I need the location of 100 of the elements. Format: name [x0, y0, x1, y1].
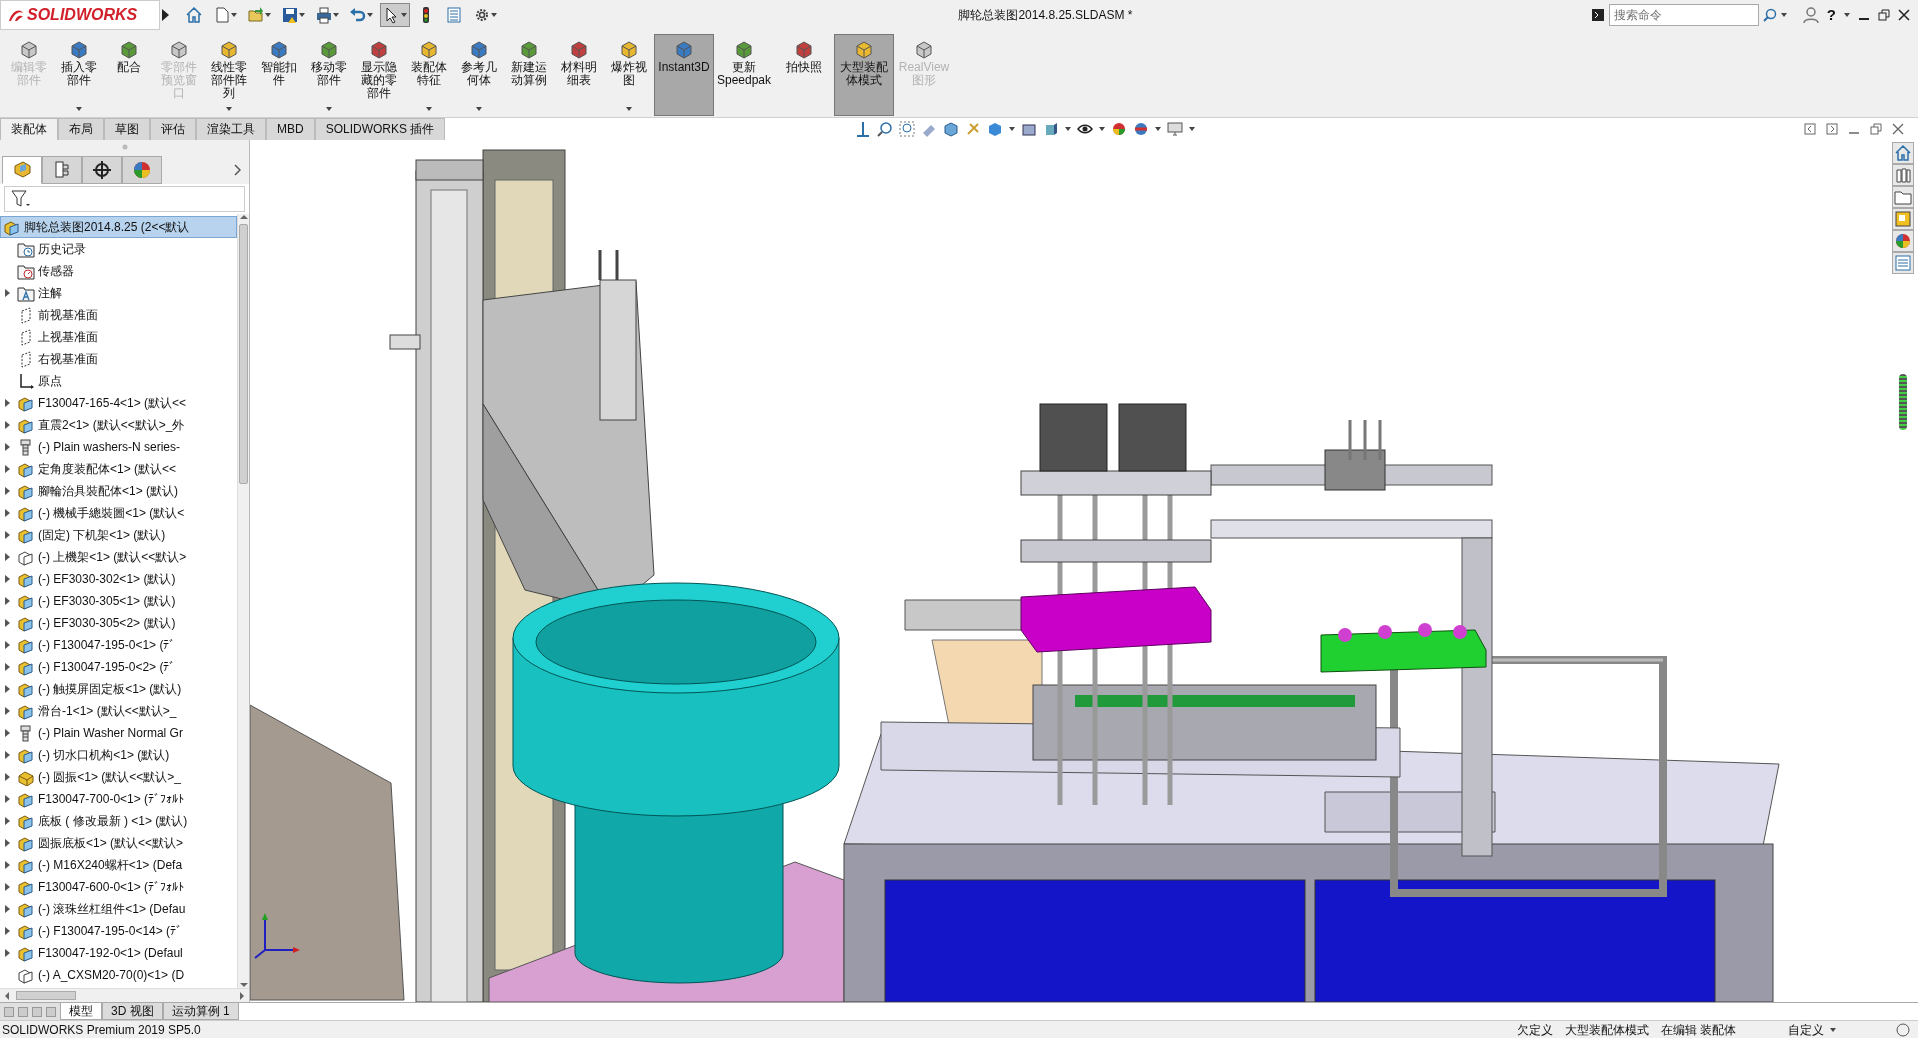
expand-arrow-icon[interactable]: [4, 927, 10, 935]
tree-item[interactable]: F130047-600-0<1> (ﾃﾞﾌｫﾙﾄ: [0, 876, 237, 898]
restore-icon[interactable]: [1870, 123, 1882, 135]
caret-icon[interactable]: [1098, 127, 1105, 131]
tree-item[interactable]: 脚轮总装图2014.8.25 (2<<默认: [0, 216, 237, 238]
command-tab[interactable]: 渲染工具: [196, 118, 266, 140]
chevron-right-icon[interactable]: [233, 164, 241, 176]
command-tab[interactable]: SOLIDWORKS 插件: [314, 118, 446, 140]
expand-arrow-icon[interactable]: [4, 641, 10, 649]
expand-arrow-icon[interactable]: [4, 663, 10, 671]
expand-arrow-icon[interactable]: [4, 509, 10, 517]
folder-button[interactable]: [1892, 186, 1914, 208]
tree-item[interactable]: (-) 機械手總裝圖<1> (默认<: [0, 502, 237, 524]
tree-item[interactable]: (-) EF3030-305<2> (默认): [0, 612, 237, 634]
tree-item[interactable]: F130047-192-0<1> (Defaul: [0, 942, 237, 964]
command-button[interactable]: 材料明细表: [554, 34, 604, 116]
expand-arrow-icon[interactable]: [4, 575, 10, 583]
tree-item[interactable]: (-) M16X240螺杆<1> (Defa: [0, 854, 237, 876]
panel-right-icon[interactable]: [1826, 123, 1838, 135]
caret-icon[interactable]: [1064, 127, 1071, 131]
palette-view-button[interactable]: [1892, 208, 1914, 230]
tree-item[interactable]: (-) Plain washers-N series-: [0, 436, 237, 458]
tree-item[interactable]: 原点: [0, 370, 237, 392]
tree-item[interactable]: (-) 上機架<1> (默认<<默认>: [0, 546, 237, 568]
appearance-icon[interactable]: [1110, 121, 1127, 137]
command-button[interactable]: 装配体特征: [404, 34, 454, 116]
tree-item[interactable]: 前视基准面: [0, 304, 237, 326]
expand-arrow-icon[interactable]: [4, 905, 10, 913]
command-button[interactable]: 更新 Speedpak: [714, 34, 774, 116]
expand-arrow-icon[interactable]: [4, 443, 10, 451]
expand-arrow-icon[interactable]: [4, 487, 10, 495]
expand-arrow-icon[interactable]: [4, 883, 10, 891]
scroll-up-icon[interactable]: [239, 214, 248, 220]
help-button[interactable]: ?: [1826, 3, 1836, 27]
scroll-indicator[interactable]: [1899, 374, 1907, 430]
command-button[interactable]: 移动零部件: [304, 34, 354, 116]
command-tab[interactable]: 装配体: [0, 118, 58, 140]
tree-item[interactable]: (-) 触摸屏固定板<1> (默认): [0, 678, 237, 700]
restore-icon[interactable]: [1878, 9, 1890, 21]
bottom-tab[interactable]: 模型: [60, 1003, 102, 1020]
manager-tab[interactable]: [82, 156, 122, 184]
tree-item[interactable]: 注解: [0, 282, 237, 304]
caret-icon[interactable]: [1154, 127, 1161, 131]
expand-arrow-icon[interactable]: [4, 289, 10, 297]
tree-item[interactable]: (-) 切水口机构<1> (默认): [0, 744, 237, 766]
expand-arrow-icon[interactable]: [4, 421, 10, 429]
view-axis-icon[interactable]: [854, 121, 871, 137]
expand-arrow-icon[interactable]: [4, 729, 10, 737]
tree-item[interactable]: (-) F130047-195-0<2> (ﾃﾞ: [0, 656, 237, 678]
tree-item[interactable]: (-) F130047-195-0<1> (ﾃﾞ: [0, 634, 237, 656]
expand-arrow-icon[interactable]: [160, 8, 170, 22]
orientation-icon[interactable]: [1020, 121, 1037, 137]
caret-icon[interactable]: [1188, 127, 1195, 131]
command-tab[interactable]: 评估: [150, 118, 196, 140]
tree-item[interactable]: F130047-700-0<1> (ﾃﾞﾌｫﾙﾄ: [0, 788, 237, 810]
tree-item[interactable]: 腳輪治具裝配体<1> (默认): [0, 480, 237, 502]
help-circle-icon[interactable]: [1896, 1022, 1910, 1037]
tree-item[interactable]: (-) EF3030-305<1> (默认): [0, 590, 237, 612]
command-button[interactable]: Instant3D: [654, 34, 714, 116]
tree-item[interactable]: 滑台-1<1> (默认<<默认>_: [0, 700, 237, 722]
expand-arrow-icon[interactable]: [4, 707, 10, 715]
home-button[interactable]: [1892, 142, 1914, 164]
command-button[interactable]: 配合: [104, 34, 154, 116]
expand-arrow-icon[interactable]: [4, 751, 10, 759]
expand-arrow-icon[interactable]: [4, 861, 10, 869]
scene-icon[interactable]: [1132, 121, 1149, 137]
tree-item[interactable]: 直震2<1> (默认<<默认>_外: [0, 414, 237, 436]
select-arrow-button[interactable]: [380, 3, 410, 27]
expand-arrow-icon[interactable]: [4, 619, 10, 627]
cube-icon[interactable]: [942, 121, 959, 137]
caret-icon[interactable]: [1008, 127, 1015, 131]
expand-arrow-icon[interactable]: [4, 531, 10, 539]
expand-arrow-icon[interactable]: [4, 399, 10, 407]
command-tab[interactable]: 草图: [104, 118, 150, 140]
monitor-icon[interactable]: [1166, 121, 1183, 137]
expand-arrow-icon[interactable]: [4, 553, 10, 561]
panel-left-icon[interactable]: [1804, 123, 1816, 135]
zoom-to-fit-icon[interactable]: [898, 121, 915, 137]
tree-item[interactable]: (-) Plain Washer Normal Gr: [0, 722, 237, 744]
search-field[interactable]: 搜索命令: [1608, 4, 1759, 26]
tree-item[interactable]: 圆振底板<1> (默认<<默认>: [0, 832, 237, 854]
zoom-icon[interactable]: [876, 121, 893, 137]
command-tab[interactable]: 布局: [58, 118, 104, 140]
close-icon[interactable]: [1898, 9, 1910, 21]
filter-icon[interactable]: [11, 190, 31, 208]
bottom-tab[interactable]: 运动算例 1: [162, 1003, 239, 1020]
caret-icon[interactable]: [1830, 1027, 1836, 1032]
command-button[interactable]: 线性零部件阵列: [204, 34, 254, 116]
expand-arrow-icon[interactable]: [4, 949, 10, 957]
tree-item[interactable]: (-) 滚珠丝杠组件<1> (Defau: [0, 898, 237, 920]
tree-item[interactable]: 定角度装配体<1> (默认<<: [0, 458, 237, 480]
command-button[interactable]: 参考几何体: [454, 34, 504, 116]
tree-item[interactable]: (-) F130047-195-0<14> (ﾃﾞ: [0, 920, 237, 942]
scroll-right-icon[interactable]: [239, 991, 245, 1000]
expand-arrow-icon[interactable]: [4, 795, 10, 803]
tree-item[interactable]: (-) EF3030-302<1> (默认): [0, 568, 237, 590]
scrollbar-thumb[interactable]: [239, 224, 248, 484]
command-button[interactable]: 新建运动算例: [504, 34, 554, 116]
box-icon[interactable]: [986, 121, 1003, 137]
tree-item[interactable]: 底板 ( 修改最新 ) <1> (默认): [0, 810, 237, 832]
